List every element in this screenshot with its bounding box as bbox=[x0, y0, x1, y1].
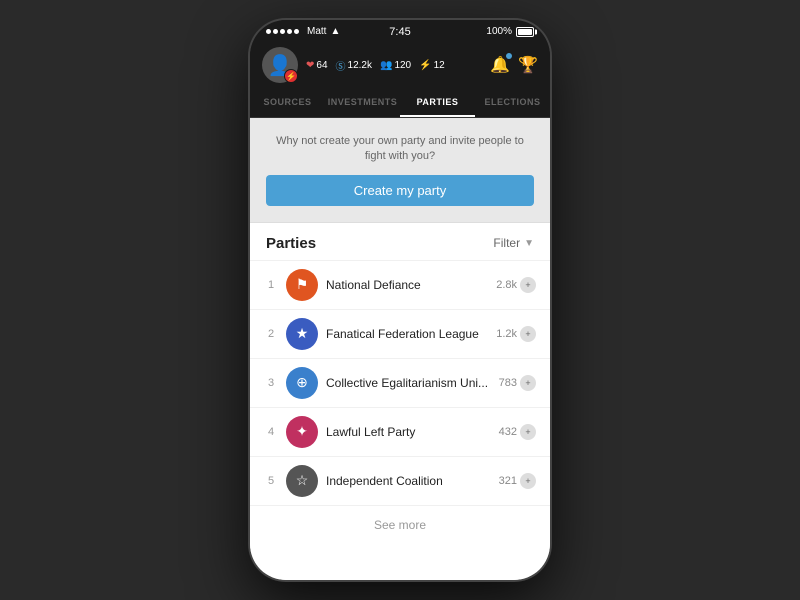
trophy-icon[interactable]: 🏆 bbox=[518, 55, 538, 75]
tab-elections[interactable]: ELECTIONS bbox=[475, 89, 550, 117]
list-item[interactable]: 3 ⊕ Collective Egalitarianism Uni... 783… bbox=[250, 358, 550, 407]
party-avatar-2: ★ bbox=[286, 318, 318, 350]
stat-money: Ⓢ 12.2k bbox=[336, 58, 372, 73]
battery-percentage: 100% bbox=[486, 26, 512, 37]
party-avatar-3: ⊕ bbox=[286, 367, 318, 399]
status-right: 100% bbox=[486, 26, 534, 37]
tab-investments[interactable]: INVESTMENTS bbox=[325, 89, 400, 117]
party-list: 1 ⚑ National Defiance 2.8k + 2 ★ Fanatic… bbox=[250, 260, 550, 505]
party-count: 1.2k + bbox=[496, 326, 536, 342]
see-more-button[interactable]: See more bbox=[250, 505, 550, 544]
party-count: 321 + bbox=[499, 473, 536, 489]
parties-title: Parties bbox=[266, 235, 316, 252]
battery-icon bbox=[516, 27, 534, 37]
badge-lightning-icon: ⚡ bbox=[286, 72, 296, 81]
party-count-value: 432 bbox=[499, 426, 517, 438]
list-item[interactable]: 4 ✦ Lawful Left Party 432 + bbox=[250, 407, 550, 456]
add-party-button-1[interactable]: + bbox=[520, 277, 536, 293]
stat-likes: ❤ 64 bbox=[306, 60, 328, 71]
content-area: Why not create your own party and invite… bbox=[250, 118, 550, 580]
stat-money-value: 12.2k bbox=[348, 60, 372, 71]
filter-arrow-icon: ▼ bbox=[524, 238, 534, 249]
party-name: National Defiance bbox=[326, 278, 488, 292]
status-left: Matt ▲ bbox=[266, 26, 340, 37]
list-item[interactable]: 1 ⚑ National Defiance 2.8k + bbox=[250, 260, 550, 309]
wifi-icon: ▲ bbox=[330, 26, 340, 37]
filter-button[interactable]: Filter ▼ bbox=[493, 236, 534, 250]
list-item[interactable]: 5 ☆ Independent Coalition 321 + bbox=[250, 456, 550, 505]
promo-text: Why not create your own party and invite… bbox=[266, 134, 534, 165]
party-count-value: 2.8k bbox=[496, 279, 517, 291]
phone-frame: Matt ▲ 7:45 100% 👤 ⚡ ❤ 64 Ⓢ bbox=[250, 20, 550, 580]
party-promo: Why not create your own party and invite… bbox=[250, 118, 550, 223]
party-count-value: 783 bbox=[499, 377, 517, 389]
party-rank: 1 bbox=[264, 279, 278, 291]
party-count: 783 + bbox=[499, 375, 536, 391]
heart-icon: ❤ bbox=[306, 60, 314, 71]
party-name: Collective Egalitarianism Uni... bbox=[326, 376, 491, 390]
party-rank: 5 bbox=[264, 475, 278, 487]
stat-people: 👥 120 bbox=[380, 60, 411, 71]
app-header: 👤 ⚡ ❤ 64 Ⓢ 12.2k 👥 120 ⚡ 12 bbox=[250, 41, 550, 89]
nav-tabs: SOURCES INVESTMENTS PARTIES ELECTIONS bbox=[250, 89, 550, 118]
add-party-button-5[interactable]: + bbox=[520, 473, 536, 489]
parties-section: Parties Filter ▼ 1 ⚑ National Defiance 2… bbox=[250, 223, 550, 580]
party-count-value: 1.2k bbox=[496, 328, 517, 340]
tab-parties[interactable]: PARTIES bbox=[400, 89, 475, 117]
party-rank: 4 bbox=[264, 426, 278, 438]
add-party-button-4[interactable]: + bbox=[520, 424, 536, 440]
party-name: Lawful Left Party bbox=[326, 425, 491, 439]
status-time: 7:45 bbox=[389, 26, 410, 38]
party-avatar-4: ✦ bbox=[286, 416, 318, 448]
create-party-button[interactable]: Create my party bbox=[266, 175, 534, 206]
signal-dots bbox=[266, 29, 299, 34]
user-avatar-container[interactable]: 👤 ⚡ bbox=[262, 47, 298, 83]
status-bar: Matt ▲ 7:45 100% bbox=[250, 20, 550, 41]
lightning-icon: ⚡ bbox=[419, 60, 431, 71]
party-count: 432 + bbox=[499, 424, 536, 440]
list-item[interactable]: 2 ★ Fanatical Federation League 1.2k + bbox=[250, 309, 550, 358]
stat-people-value: 120 bbox=[394, 60, 411, 71]
header-actions: 🔔 🏆 bbox=[490, 55, 538, 75]
tab-sources[interactable]: SOURCES bbox=[250, 89, 325, 117]
party-name: Fanatical Federation League bbox=[326, 327, 488, 341]
add-party-button-2[interactable]: + bbox=[520, 326, 536, 342]
stat-lightning: ⚡ 12 bbox=[419, 60, 445, 71]
party-avatar-5: ☆ bbox=[286, 465, 318, 497]
carrier-label: Matt bbox=[307, 26, 326, 37]
stats-bar: ❤ 64 Ⓢ 12.2k 👥 120 ⚡ 12 bbox=[306, 58, 482, 73]
filter-label: Filter bbox=[493, 236, 520, 250]
add-party-button-3[interactable]: + bbox=[520, 375, 536, 391]
avatar-badge: ⚡ bbox=[284, 69, 298, 83]
party-avatar-1: ⚑ bbox=[286, 269, 318, 301]
people-icon: 👥 bbox=[380, 60, 392, 71]
party-rank: 2 bbox=[264, 328, 278, 340]
party-rank: 3 bbox=[264, 377, 278, 389]
money-icon: Ⓢ bbox=[336, 58, 346, 73]
parties-header: Parties Filter ▼ bbox=[250, 223, 550, 260]
stat-likes-value: 64 bbox=[316, 60, 327, 71]
party-count: 2.8k + bbox=[496, 277, 536, 293]
notification-dot bbox=[506, 53, 512, 59]
notification-bell-icon[interactable]: 🔔 bbox=[490, 55, 510, 75]
party-name: Independent Coalition bbox=[326, 474, 491, 488]
party-count-value: 321 bbox=[499, 475, 517, 487]
stat-lightning-value: 12 bbox=[434, 60, 445, 71]
